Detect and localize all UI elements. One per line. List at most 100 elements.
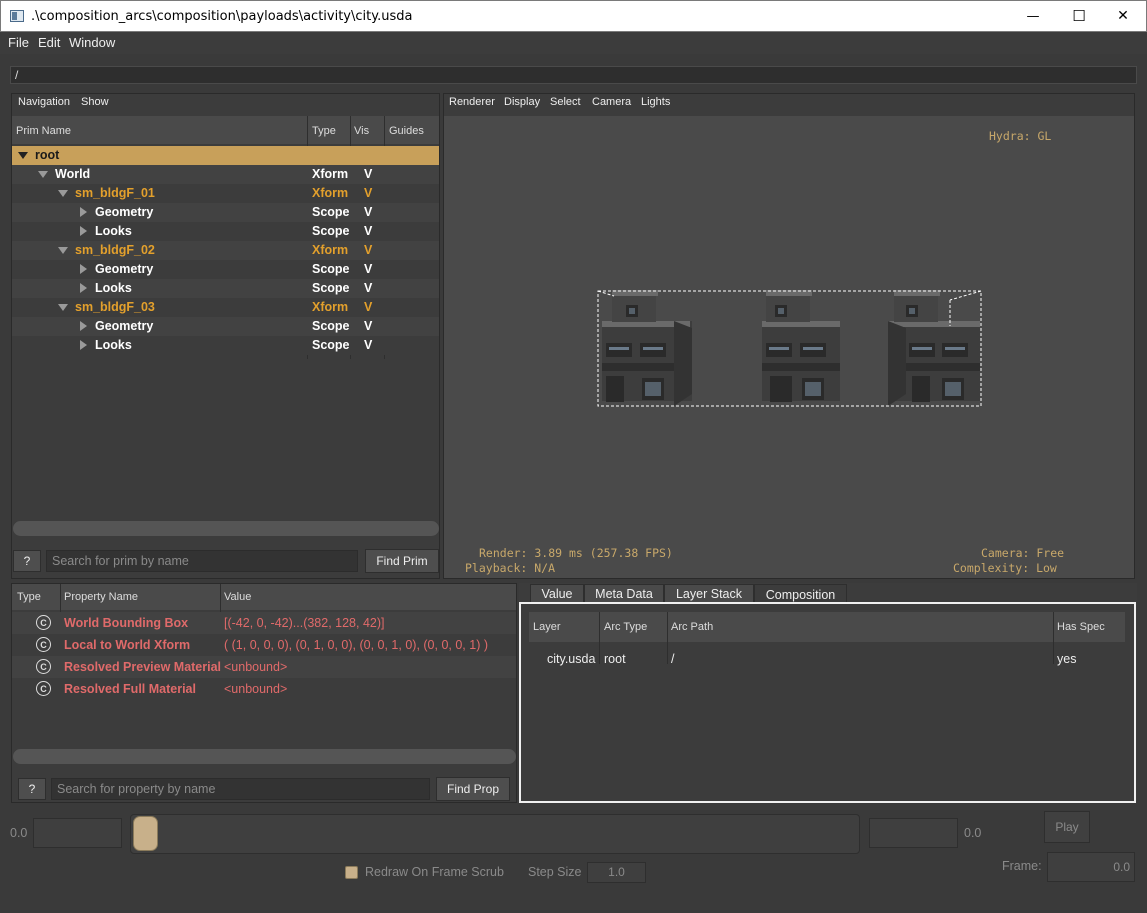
prim-visibility-toggle[interactable]: V (364, 262, 372, 276)
column-guides[interactable]: Guides (389, 125, 424, 137)
hud-camera: Camera: Free (981, 546, 1065, 560)
tab-value[interactable]: Value (530, 584, 584, 604)
expand-arrow-icon[interactable] (80, 207, 87, 217)
prim-visibility-toggle[interactable]: V (364, 281, 372, 295)
menu-window[interactable]: Window (69, 35, 115, 50)
collapse-arrow-icon[interactable] (58, 190, 68, 197)
menu-renderer[interactable]: Renderer (449, 96, 495, 108)
prim-type: Scope (312, 224, 350, 238)
collapse-arrow-icon[interactable] (38, 171, 48, 178)
prim-tree-row[interactable]: Geometry Scope V (12, 260, 439, 279)
3d-viewport[interactable]: Hydra: GL Render: 3.89 ms (257.38 FPS) P… (444, 116, 1134, 578)
composition-view: Layer Arc Type Arc Path Has Spec city.us… (519, 602, 1136, 803)
prim-name: Looks (95, 224, 132, 238)
column-arc-path[interactable]: Arc Path (671, 621, 713, 633)
prim-tree-row[interactable]: root (12, 146, 439, 165)
prim-tree-row[interactable]: Geometry Scope V (12, 317, 439, 336)
menu-navigation[interactable]: Navigation (18, 96, 70, 108)
property-scrollbar[interactable] (13, 749, 516, 764)
frame-slider-handle[interactable] (133, 816, 158, 851)
end-frame-field[interactable] (869, 818, 958, 848)
hud-complexity: Complexity: Low (953, 561, 1057, 575)
menu-select[interactable]: Select (550, 96, 581, 108)
menu-show[interactable]: Show (81, 96, 109, 108)
menu-camera[interactable]: Camera (592, 96, 631, 108)
expand-arrow-icon[interactable] (80, 226, 87, 236)
prim-name: Looks (95, 281, 132, 295)
prim-visibility-toggle[interactable]: V (364, 205, 372, 219)
prim-visibility-toggle[interactable]: V (364, 300, 372, 314)
expand-arrow-icon[interactable] (80, 321, 87, 331)
prim-tree-row[interactable]: Looks Scope V (12, 222, 439, 241)
prim-tree-row[interactable]: sm_bldgF_01 Xform V (12, 184, 439, 203)
collapse-arrow-icon[interactable] (58, 304, 68, 311)
prim-visibility-toggle[interactable]: V (364, 186, 372, 200)
prim-browser-panel: Navigation Show Prim Name Type Vis Guide… (11, 93, 440, 579)
menu-lights[interactable]: Lights (641, 96, 670, 108)
prim-visibility-toggle[interactable]: V (364, 319, 372, 333)
collapse-arrow-icon[interactable] (58, 247, 68, 254)
computed-property-icon: C (36, 681, 51, 696)
find-prop-button[interactable]: Find Prop (436, 777, 510, 801)
property-help-button[interactable]: ? (18, 778, 46, 800)
close-button[interactable]: ✕ (1100, 1, 1146, 31)
prim-search-input[interactable]: Search for prim by name (46, 550, 358, 572)
column-arc-type[interactable]: Arc Type (604, 621, 647, 633)
column-type[interactable]: Type (312, 125, 336, 137)
property-row[interactable]: C World Bounding Box [(-42, 0, -42)...(382… (12, 612, 516, 634)
column-has-spec[interactable]: Has Spec (1057, 621, 1105, 633)
column-layer[interactable]: Layer (533, 621, 561, 633)
property-value: [(-42, 0, -42)...(382, 128, 42)] (224, 616, 385, 630)
property-search-input[interactable]: Search for property by name (51, 778, 430, 800)
expand-arrow-icon[interactable] (80, 264, 87, 274)
property-name: Resolved Full Material (64, 682, 196, 696)
column-divider (1053, 612, 1054, 664)
prim-tree-row[interactable]: World Xform V (12, 165, 439, 184)
expand-arrow-icon[interactable] (80, 340, 87, 350)
column-prop-name[interactable]: Property Name (64, 591, 138, 603)
redraw-checkbox[interactable] (345, 866, 358, 879)
frame-slider-track[interactable] (130, 814, 860, 854)
play-button[interactable]: Play (1044, 811, 1090, 843)
hud-render-time: Render: 3.89 ms (257.38 FPS) (479, 546, 673, 560)
find-prim-button[interactable]: Find Prim (365, 549, 439, 573)
frame-label: Frame: (1002, 859, 1042, 873)
maximize-button[interactable]: ☐ (1056, 1, 1102, 31)
prim-help-button[interactable]: ? (13, 550, 41, 572)
prim-visibility-toggle[interactable]: V (364, 224, 372, 238)
property-row[interactable]: C Resolved Preview Material <unbound> (12, 656, 516, 678)
prim-tree-row[interactable]: sm_bldgF_02 Xform V (12, 241, 439, 260)
prim-tree-row[interactable]: Geometry Scope V (12, 203, 439, 222)
prim-visibility-toggle[interactable]: V (364, 338, 372, 352)
expand-arrow-icon[interactable] (80, 283, 87, 293)
prim-name: Looks (95, 338, 132, 352)
step-size-field[interactable]: 1.0 (587, 862, 646, 883)
frame-field[interactable]: 0.0 (1047, 852, 1135, 882)
tab-layer-stack[interactable]: Layer Stack (664, 584, 754, 604)
column-prop-value[interactable]: Value (224, 591, 251, 603)
column-prim-name[interactable]: Prim Name (16, 125, 71, 137)
prim-tree-row[interactable]: sm_bldgF_03 Xform V (12, 298, 439, 317)
computed-property-icon: C (36, 659, 51, 674)
prim-visibility-toggle[interactable]: V (364, 243, 372, 257)
tab-composition[interactable]: Composition (754, 584, 847, 604)
column-vis[interactable]: Vis (354, 125, 369, 137)
prim-path-field[interactable]: / (10, 66, 1137, 84)
prim-visibility-toggle[interactable]: V (364, 167, 372, 181)
prim-tree-scrollbar[interactable] (13, 521, 439, 536)
minimize-button[interactable]: — (1010, 1, 1056, 31)
prim-tree-row[interactable]: Looks Scope V (12, 279, 439, 298)
property-row[interactable]: C Local to World Xform ( (1, 0, 0, 0), (0,… (12, 634, 516, 656)
collapse-arrow-icon[interactable] (18, 152, 28, 159)
column-prop-type[interactable]: Type (17, 591, 41, 603)
menu-file[interactable]: File (8, 35, 29, 50)
menu-display[interactable]: Display (504, 96, 540, 108)
prim-tree-row[interactable]: Looks Scope V (12, 336, 439, 355)
start-frame-field[interactable] (33, 818, 122, 848)
property-name: World Bounding Box (64, 616, 189, 630)
menu-edit[interactable]: Edit (38, 35, 60, 50)
column-divider (599, 612, 600, 664)
property-row[interactable]: C Resolved Full Material <unbound> (12, 678, 516, 700)
tab-meta-data[interactable]: Meta Data (584, 584, 664, 604)
prim-type: Xform (312, 300, 349, 314)
